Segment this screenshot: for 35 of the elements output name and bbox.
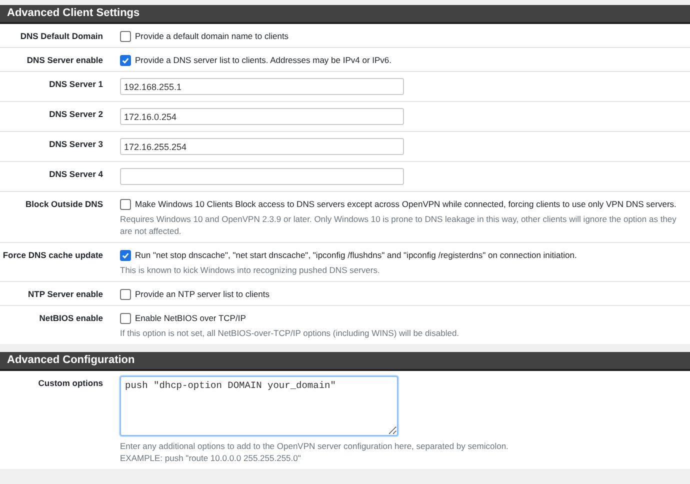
checkbox-label: Make Windows 10 Clients Block access to DNS servers except across OpenVPN while connected, forcing clients to use only VPN DNS servers.: [135, 198, 676, 210]
text-area[interactable]: push "dhcp-option DOMAIN your_domain": [120, 376, 398, 436]
field-label: DNS Server 2: [48, 108, 103, 121]
field-label: DNS Server 1: [48, 78, 103, 91]
checkbox[interactable]: [120, 55, 131, 66]
field-label: NetBIOS enable: [38, 312, 103, 325]
checkbox[interactable]: [120, 31, 131, 42]
section-header: Advanced Client Settings: [0, 5, 690, 24]
checkbox[interactable]: [120, 199, 131, 210]
checkbox[interactable]: [120, 250, 131, 261]
field-label: Force DNS cache update: [2, 249, 103, 262]
input-field[interactable]: 192.168.255.1: [120, 78, 404, 95]
field-label: Block Outside DNS: [24, 198, 103, 211]
checkbox[interactable]: [120, 313, 131, 324]
input-field[interactable]: 172.16.0.254: [120, 108, 404, 125]
help-text: This is known to kick Windows into recognizing pushed DNS servers.: [120, 264, 381, 276]
help-text: If this option is not set, all NetBIOS-over-TCP/IP options (including WINS) will be disabled.: [120, 327, 460, 339]
checkbox-label: Provide an NTP server list to clients: [135, 288, 270, 300]
help-text: Enter any additional options to add to the OpenVPN server configuration here, separated by semicolon.: [120, 440, 510, 452]
input-field[interactable]: [120, 168, 404, 185]
checkbox-label: Provide a DNS server list to clients. Addresses may be IPv4 or IPv6.: [135, 54, 392, 66]
field-label: DNS Default Domain: [19, 30, 103, 42]
checkbox[interactable]: [120, 289, 131, 300]
field-label: Custom options: [37, 377, 103, 390]
help-text: Requires Windows 10 and OpenVPN 2.3.9 or later. Only Windows 10 is prone to DNS leakage in this way, other clients will ignore the option as they are not affected.: [120, 213, 678, 237]
help-text: EXAMPLE: push "route 10.0.0.0 255.255.255.0": [120, 452, 302, 464]
input-field[interactable]: 172.16.255.254: [120, 138, 404, 155]
checkbox-label: Enable NetBIOS over TCP/IP: [135, 312, 246, 324]
field-label: DNS Server 3: [48, 138, 103, 151]
field-label: NTP Server enable: [27, 288, 103, 300]
field-label: DNS Server enable: [26, 54, 103, 66]
checkbox-label: Provide a default domain name to clients: [135, 30, 289, 42]
checkbox-label: Run "net stop dnscache", "net start dnscache", "ipconfig /flushdns" and "ipconfig /registerdns" on connection initiation.: [135, 249, 577, 261]
section-header: Advanced Configuration: [0, 352, 690, 371]
field-label: DNS Server 4: [48, 168, 103, 181]
